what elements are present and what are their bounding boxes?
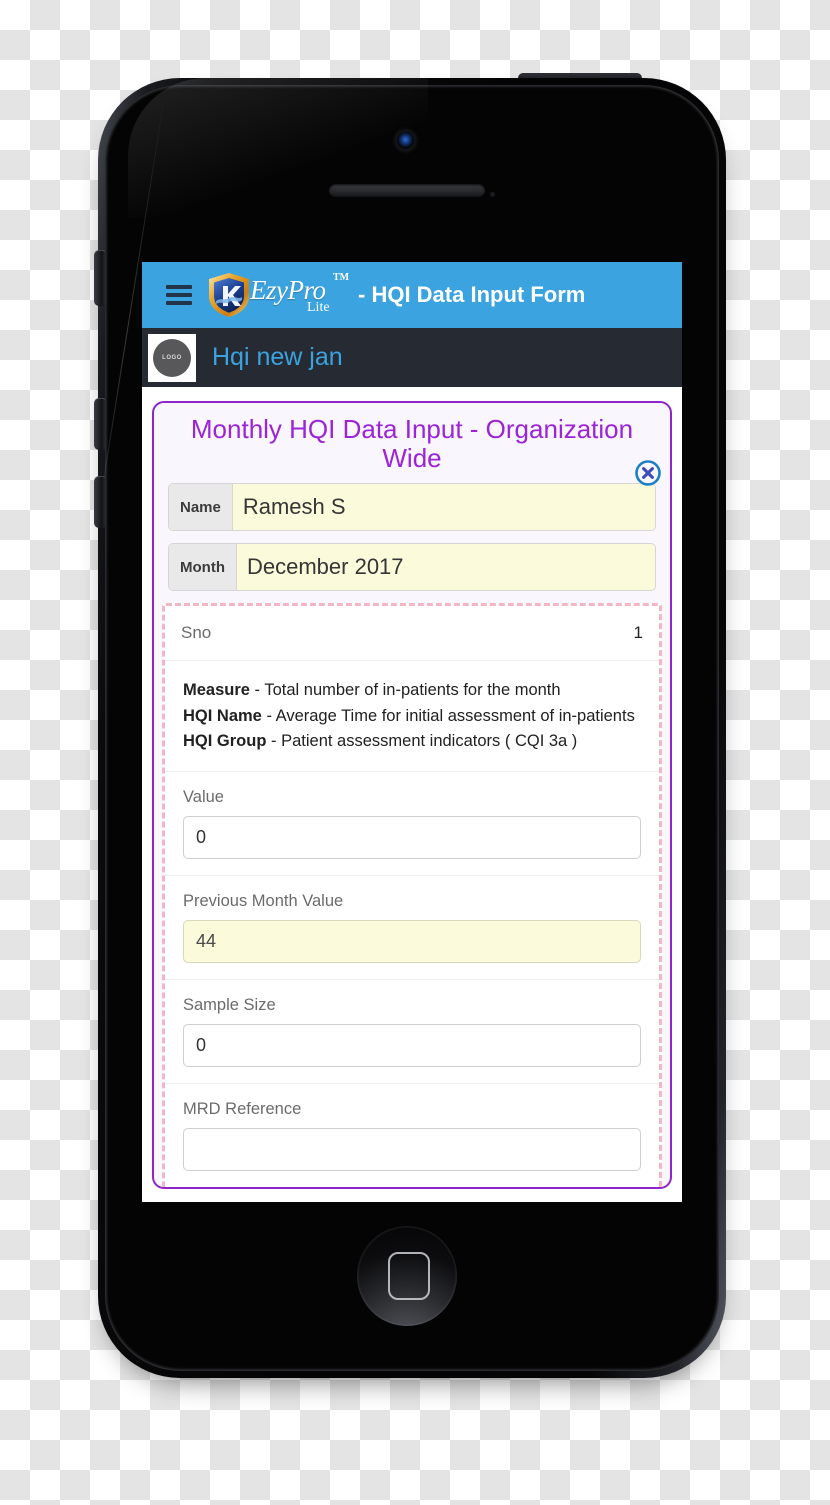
shield-icon bbox=[206, 271, 252, 319]
previous-month-value-block: Previous Month Value bbox=[165, 876, 659, 980]
close-circle-icon[interactable] bbox=[634, 459, 662, 487]
name-field-group[interactable]: Name Ramesh S bbox=[168, 483, 656, 532]
app-header: EzyPro TM Lite - HQI Data Input Form bbox=[142, 262, 682, 328]
brand-edition: Lite bbox=[307, 300, 330, 315]
measure-label: Measure bbox=[183, 681, 250, 700]
proximity-sensor-icon bbox=[490, 192, 495, 197]
sample-size-label: Sample Size bbox=[183, 995, 276, 1014]
phone-screen: EzyPro TM Lite - HQI Data Input Form LOG… bbox=[142, 262, 682, 1202]
app-brand-logo: EzyPro TM Lite bbox=[206, 271, 354, 319]
front-camera-icon bbox=[397, 132, 414, 149]
measure-text: - Total number of in-patients for the mo… bbox=[254, 681, 561, 700]
hqi-record-card: Sno 1 Measure - Total number of in-patie… bbox=[162, 603, 662, 1187]
month-field-value[interactable]: December 2017 bbox=[236, 544, 655, 591]
sno-label: Sno bbox=[181, 623, 212, 643]
previous-month-value-label: Previous Month Value bbox=[183, 891, 344, 910]
value-input[interactable] bbox=[183, 815, 641, 859]
home-button[interactable] bbox=[357, 1226, 457, 1326]
hamburger-menu-icon[interactable] bbox=[166, 285, 192, 305]
org-logo-placeholder: LOGO bbox=[153, 338, 191, 377]
org-logo: LOGO bbox=[148, 333, 196, 382]
earpiece-speaker-icon bbox=[329, 184, 485, 197]
mrd-reference-input[interactable] bbox=[183, 1127, 641, 1171]
volume-up-button[interactable] bbox=[94, 398, 105, 450]
mrd-reference-label: MRD Reference bbox=[183, 1099, 302, 1118]
hqi-group-text: - Patient assessment indicators ( CQI 3a… bbox=[271, 732, 578, 751]
measure-line: Measure - Total number of in-patients fo… bbox=[183, 678, 641, 704]
panel-header: Monthly HQI Data Input - Organization Wi… bbox=[154, 403, 670, 486]
trademark-mark: TM bbox=[333, 272, 350, 283]
mrd-reference-block: MRD Reference bbox=[165, 1084, 659, 1187]
hqi-name-line: HQI Name - Average Time for initial asse… bbox=[183, 704, 641, 730]
sample-size-block: Sample Size bbox=[165, 980, 659, 1084]
org-name: Hqi new jan bbox=[212, 343, 343, 371]
value-field-label: Value bbox=[183, 787, 224, 806]
form-title: Monthly HQI Data Input - Organization Wi… bbox=[190, 414, 634, 474]
hqi-name-text: - Average Time for initial assessment of… bbox=[266, 706, 635, 725]
hqi-group-label: HQI Group bbox=[183, 732, 267, 751]
brand-wordmark: EzyPro TM Lite bbox=[250, 271, 354, 319]
home-button-square-icon bbox=[388, 1252, 430, 1300]
silent-switch[interactable] bbox=[94, 250, 105, 306]
name-field-label: Name bbox=[169, 484, 233, 531]
month-field-label: Month bbox=[169, 544, 237, 591]
name-field-value[interactable]: Ramesh S bbox=[232, 484, 655, 531]
phone-device: EzyPro TM Lite - HQI Data Input Form LOG… bbox=[94, 73, 726, 1378]
content-area: Monthly HQI Data Input - Organization Wi… bbox=[142, 387, 682, 1202]
value-field-block: Value bbox=[165, 772, 659, 876]
sno-value: 1 bbox=[633, 623, 643, 643]
measure-description: Measure - Total number of in-patients fo… bbox=[165, 661, 659, 772]
org-header: LOGO Hqi new jan bbox=[142, 328, 682, 387]
sno-row: Sno 1 bbox=[165, 606, 659, 662]
sample-size-input[interactable] bbox=[183, 1023, 641, 1067]
volume-down-button[interactable] bbox=[94, 476, 105, 528]
device-body: EzyPro TM Lite - HQI Data Input Form LOG… bbox=[98, 78, 726, 1378]
hqi-group-line: HQI Group - Patient assessment indicator… bbox=[183, 729, 641, 755]
month-field-group[interactable]: Month December 2017 bbox=[168, 543, 656, 592]
hqi-name-label: HQI Name bbox=[183, 706, 262, 725]
page-title: - HQI Data Input Form bbox=[358, 282, 586, 307]
previous-month-value-input[interactable] bbox=[183, 919, 641, 963]
hqi-form-panel: Monthly HQI Data Input - Organization Wi… bbox=[152, 401, 672, 1189]
